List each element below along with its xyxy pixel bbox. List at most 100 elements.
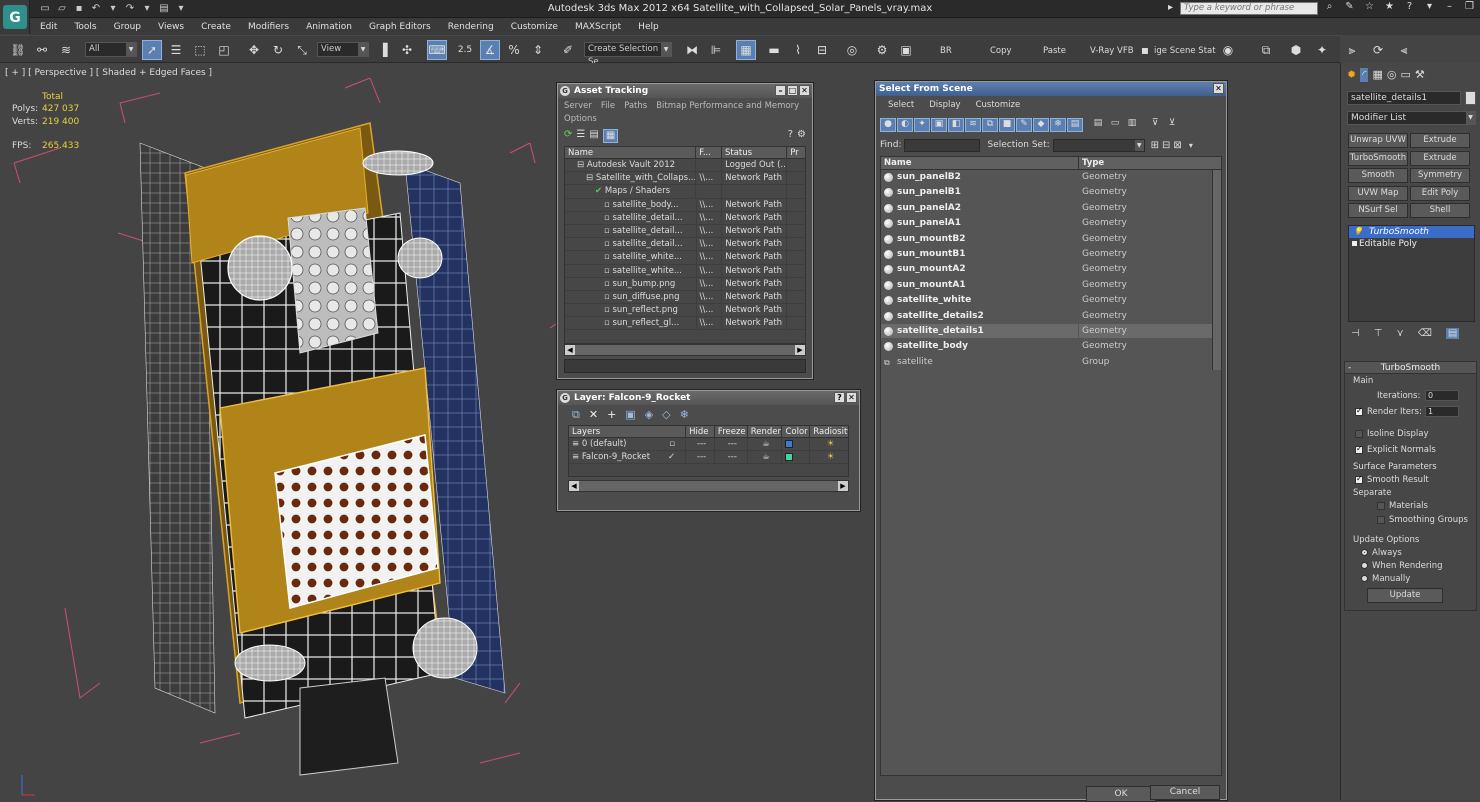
layer-name-cell[interactable]: ≡ 0 (default) ▫ (569, 438, 687, 451)
layer-manager-titlebar[interactable]: G Layer: Falcon-9_Rocket ? ✕ (558, 391, 859, 405)
create-layer-icon[interactable]: ⧉ (572, 408, 580, 422)
help-icon[interactable]: ? (788, 129, 793, 143)
layer-color-swatch[interactable] (785, 439, 794, 448)
manually-radio[interactable] (1361, 575, 1368, 582)
favorites-icon[interactable]: ★ (1382, 1, 1397, 15)
column-render[interactable]: Render (748, 426, 783, 437)
scroll-left-icon[interactable]: ◀ (565, 345, 575, 355)
isoline-checkbox[interactable] (1355, 429, 1363, 438)
asset-row[interactable]: ▫ sun_bump.png \\... Network Path (565, 277, 805, 291)
menu-group[interactable]: Group (114, 22, 141, 32)
column-proxy[interactable]: Pr (787, 147, 805, 158)
display-none-icon[interactable]: ▭ (1107, 118, 1123, 132)
display-tab-icon[interactable]: ▭ (1401, 68, 1411, 82)
image-scene-state-button[interactable]: ige Scene Stat (1154, 46, 1216, 56)
list-view-icon[interactable]: ☰ (576, 129, 585, 143)
layer-hide-cell[interactable]: --- (686, 451, 715, 464)
asset-row[interactable]: ⊟ Autodesk Vault 2012 Logged Out (... (565, 159, 805, 173)
mirror-icon[interactable]: ⧓ (682, 40, 702, 60)
hide-all-layers-icon[interactable]: ◇ (662, 408, 670, 422)
asset-row[interactable]: ▫ satellite_detail... \\... Network Path (565, 238, 805, 252)
asset-row[interactable]: ▫ sun_diffuse.png \\... Network Path (565, 290, 805, 305)
asset-row[interactable]: ▫ satellite_white... \\... Network Path (565, 264, 805, 278)
schematic-view-icon[interactable]: ⊟ (812, 40, 832, 60)
light-bulb-icon[interactable]: 💡 (1353, 226, 1363, 238)
close-icon[interactable]: ✕ (846, 392, 857, 403)
vray-fur-icon[interactable]: ⫷ (1394, 40, 1414, 60)
save-icon[interactable]: ▪ (72, 2, 86, 15)
configure-modifier-sets-icon[interactable]: ▤ (1445, 328, 1460, 339)
rotate-icon[interactable]: ↻ (268, 40, 288, 60)
asset-row[interactable]: ⊟ Satellite_with_Collaps... \\... Network … (565, 172, 805, 186)
restore-icon[interactable]: ❐ (1462, 1, 1477, 15)
search-arrow-icon[interactable]: ▸ (1168, 2, 1173, 13)
quick-access-dropdown-icon[interactable]: ▾ (174, 2, 188, 15)
modifier-button-turbosmooth[interactable]: TurboSmooth (1348, 150, 1408, 166)
menu-create[interactable]: Create (201, 22, 231, 32)
object-row[interactable]: satellite_body Geometry (881, 339, 1221, 355)
stack-item-turbosmooth[interactable]: 💡 TurboSmooth (1349, 226, 1474, 238)
layer-render-cell[interactable]: ☕ (748, 451, 783, 464)
help-dropdown-icon[interactable]: ▾ (1422, 1, 1437, 15)
show-end-result-icon[interactable]: ⊤ (1374, 328, 1383, 339)
menu-file[interactable]: File (601, 101, 615, 111)
layer-color-swatch[interactable] (785, 452, 794, 461)
new-file-icon[interactable]: ▭ (38, 2, 52, 15)
object-color-swatch[interactable] (1465, 91, 1476, 105)
percent-snap-icon[interactable]: % (504, 40, 524, 60)
modifier-button-extrude[interactable]: Extrude (1410, 150, 1470, 166)
modify-tab-icon[interactable]: ◜ (1360, 68, 1369, 82)
column-color[interactable]: Color (782, 426, 811, 437)
layer-render-cell[interactable]: ☕ (748, 438, 783, 451)
modifier-button-uvw-map[interactable]: UVW Map (1348, 185, 1408, 201)
object-row[interactable]: satellite_white Geometry (881, 293, 1221, 309)
render-iters-checkbox[interactable] (1355, 406, 1363, 416)
angle-snap-icon[interactable]: ∡ (480, 40, 500, 60)
help-icon[interactable]: ? (834, 392, 845, 403)
always-radio[interactable] (1361, 549, 1368, 556)
modifier-button-symmetry[interactable]: Symmetry (1410, 168, 1470, 183)
vray-light-icon[interactable]: ✦ (1312, 40, 1332, 60)
column-freeze[interactable]: Freeze (715, 426, 748, 437)
filter-dropdown-icon[interactable]: ⊻ (1164, 118, 1180, 132)
select-all-icon[interactable]: ⊞ (1151, 140, 1159, 151)
minimize-icon[interactable]: – (775, 85, 786, 96)
named-selection-sets-dropdown[interactable]: Create Selection Se ▼ (584, 42, 672, 67)
communication-icon[interactable]: ☆ (1362, 1, 1377, 15)
asset-row[interactable]: ▫ satellite_body... \\... Network Path (565, 198, 805, 212)
object-row[interactable]: satellite_details2 Geometry (881, 308, 1221, 324)
column-name[interactable]: Name (881, 157, 1079, 169)
display-geometry-icon[interactable]: ● (880, 118, 896, 132)
select-objects-in-layer-icon[interactable]: ▣ (625, 408, 635, 422)
make-unique-icon[interactable]: ⋎ (1396, 328, 1403, 339)
menu-paths[interactable]: Paths (624, 101, 647, 111)
unlink-icon[interactable]: ⚯ (32, 40, 52, 60)
snaps-toggle-icon[interactable]: 2.5 (455, 40, 475, 60)
hierarchy-tab-icon[interactable]: ▦ (1372, 68, 1382, 82)
display-groups-icon[interactable]: ⧉ (982, 118, 998, 132)
explicit-normals-checkbox[interactable] (1355, 444, 1363, 454)
select-by-name-icon[interactable]: ☰ (166, 40, 186, 60)
menu-customize[interactable]: Customize (976, 100, 1021, 110)
menu-edit[interactable]: Edit (40, 22, 57, 32)
reference-coordinate-dropdown[interactable]: View ▼ (317, 42, 369, 57)
asset-row[interactable]: ✔ Maps / Shaders (565, 185, 805, 199)
close-icon[interactable]: ✕ (1213, 83, 1224, 94)
menu-modifiers[interactable]: Modifiers (248, 22, 289, 32)
object-row[interactable]: sun_panelB2 Geometry (881, 170, 1221, 186)
object-row[interactable]: sun_mountB2 Geometry (881, 231, 1221, 247)
menu-options[interactable]: Options (564, 114, 597, 124)
display-lights-icon[interactable]: ✦ (914, 118, 930, 132)
edit-named-selection-icon[interactable]: ✐ (558, 40, 578, 60)
undo-dropdown-icon[interactable]: ▾ (106, 2, 120, 15)
column-layers[interactable]: Layers (569, 426, 687, 437)
utilities-tab-icon[interactable]: ⚒ (1415, 68, 1425, 82)
refresh-icon[interactable]: ⟳ (564, 129, 572, 143)
image-scene-icon[interactable]: ▪ (1138, 40, 1152, 60)
render-setup-icon[interactable]: ⚙ (872, 40, 892, 60)
display-containers-icon[interactable]: ◆ (1033, 118, 1049, 132)
column-name[interactable]: Name (565, 147, 697, 158)
paste-button[interactable]: Paste (1043, 46, 1066, 56)
asset-row[interactable]: ▫ sun_reflect.png \\... Network Path (565, 304, 805, 318)
modifier-button-edit-poly[interactable]: Edit Poly (1410, 185, 1470, 201)
